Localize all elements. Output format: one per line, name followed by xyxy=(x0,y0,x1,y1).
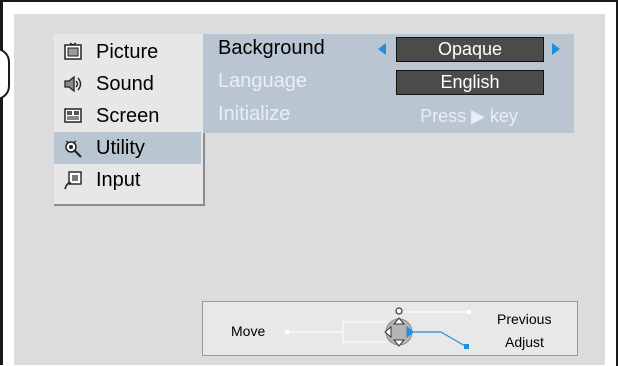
menu-item-label: Picture xyxy=(96,40,159,63)
background-value[interactable]: Opaque xyxy=(396,37,544,62)
menu-item-label: Input xyxy=(96,168,141,191)
frame-brace xyxy=(0,48,10,100)
menu-item-picture[interactable]: Picture xyxy=(54,36,201,68)
language-value[interactable]: English xyxy=(396,70,544,95)
menu-item-sound[interactable]: Sound xyxy=(54,68,201,100)
arrow-right-icon[interactable] xyxy=(552,43,560,55)
picture-icon xyxy=(60,39,86,65)
initialize-row[interactable]: Initialize Press ▶ key xyxy=(203,100,574,131)
background-row[interactable]: Background Opaque xyxy=(203,34,574,65)
utility-icon xyxy=(60,135,86,161)
screen-icon xyxy=(60,103,86,129)
background-label: Background xyxy=(218,37,325,59)
language-row[interactable]: Language English xyxy=(203,67,574,98)
menu-item-label: Screen xyxy=(96,104,160,127)
language-label: Language xyxy=(218,70,307,92)
initialize-label: Initialize xyxy=(218,103,291,125)
sound-icon xyxy=(60,71,86,97)
navigation-help: Move Previous Adjust xyxy=(202,301,578,356)
navigation-pad-diagram xyxy=(285,307,471,349)
arrow-left-icon[interactable] xyxy=(378,43,386,55)
input-icon xyxy=(60,167,86,193)
menu-item-screen[interactable]: Screen xyxy=(54,100,201,132)
utility-submenu: Background Opaque Language English Initi… xyxy=(203,34,574,133)
menu-item-input[interactable]: Input xyxy=(54,164,201,196)
menu-item-label: Utility xyxy=(96,136,145,159)
main-menu: Picture Sound Screen Utility Input xyxy=(54,34,205,206)
initialize-value: Press ▶ key xyxy=(420,106,518,126)
menu-item-label: Sound xyxy=(96,72,154,95)
menu-item-utility[interactable]: Utility xyxy=(54,132,201,164)
